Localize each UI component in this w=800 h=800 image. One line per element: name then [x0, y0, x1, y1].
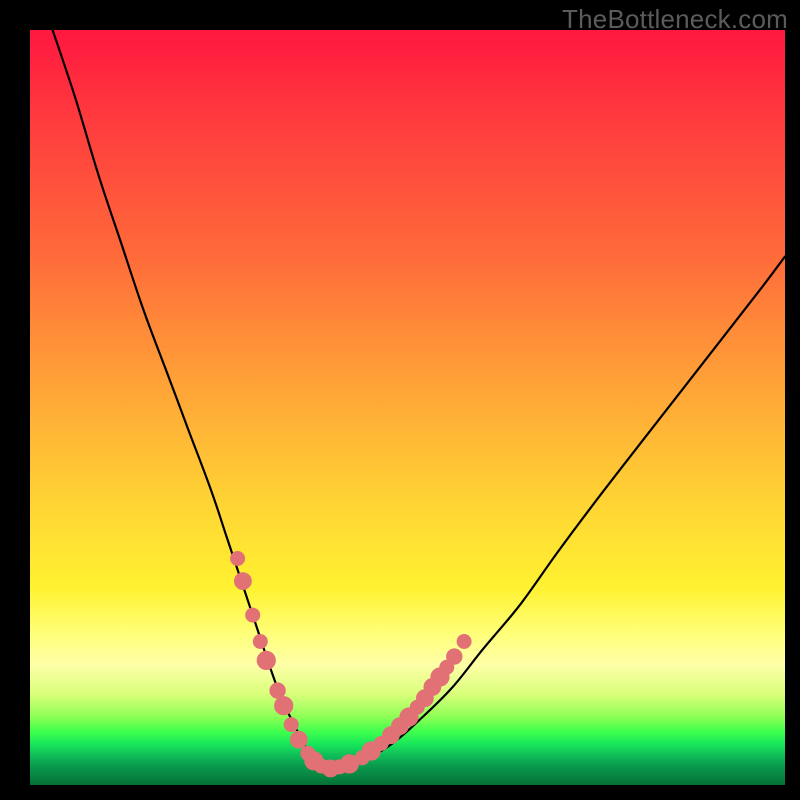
- left-arm-markers-point: [284, 718, 298, 732]
- left-arm-markers-point: [246, 608, 260, 622]
- plot-area: [30, 30, 785, 785]
- left-arm-markers-point: [290, 731, 307, 748]
- markers-group: [231, 552, 472, 777]
- chart-frame: TheBottleneck.com: [0, 0, 800, 800]
- left-arm-markers-point: [270, 683, 285, 698]
- left-arm-markers-point: [257, 651, 275, 669]
- right-arm-markers-point: [447, 649, 462, 664]
- curve-svg: [30, 30, 785, 785]
- left-arm-markers-point: [231, 552, 245, 566]
- left-arm-markers-point: [253, 635, 267, 649]
- left-arm-markers-point: [235, 573, 252, 590]
- bottleneck-curve: [53, 30, 785, 769]
- right-arm-markers-point: [457, 635, 471, 649]
- left-arm-markers-point: [275, 697, 293, 715]
